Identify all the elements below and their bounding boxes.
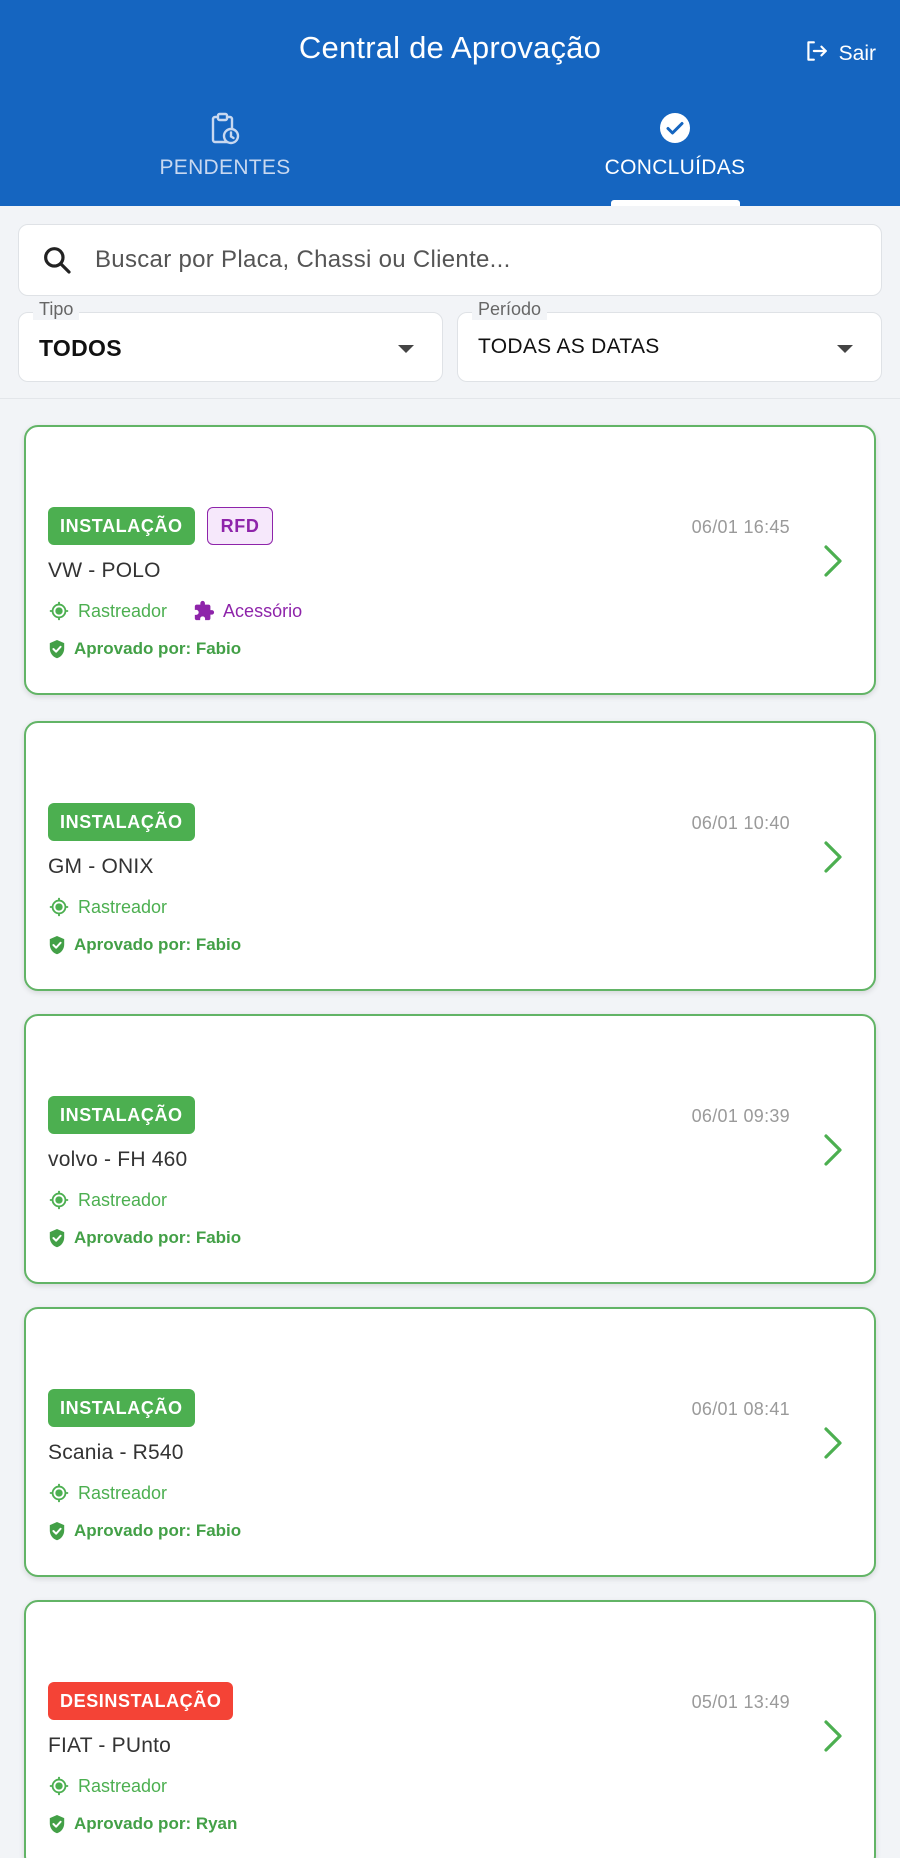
approval-card[interactable]: DESINSTALAÇÃO 05/01 13:49 FIAT - PUnto R… [24,1600,876,1858]
card-date: 05/01 13:49 [691,1692,790,1712]
periodo-label: Período [472,299,548,320]
approval-card[interactable]: INSTALAÇÃO 06/01 09:39 volvo - FH 460 Ra… [24,1014,876,1284]
approval-card[interactable]: INSTALAÇÃO 06/01 08:41 Scania - R540 Ras… [24,1307,876,1577]
card-date: 06/01 16:45 [691,517,790,537]
divider [0,398,900,399]
gps-fixed-icon [49,1483,69,1503]
approval-card[interactable]: INSTALAÇÃO RFD 06/01 16:45 VW - POLO Ras… [24,425,876,695]
verified-shield-icon [49,1229,65,1248]
accessory-tag: Acessório [193,600,302,622]
tracker-tag: Rastreador [48,600,167,622]
rfd-badge: RFD [206,507,274,545]
chevron-right-icon [824,841,842,873]
approval-card[interactable]: INSTALAÇÃO 06/01 10:40 GM - ONIX Rastrea… [24,721,876,991]
approved-by: Aprovado por: Fabio [48,639,241,659]
tab-pendentes[interactable]: PENDENTES [100,112,350,180]
type-badge: INSTALAÇÃO [48,1096,195,1134]
card-date: 06/01 09:39 [691,1106,790,1126]
logout-icon [803,38,829,70]
app-bar: Central de Aprovação Sair PENDENTES CONC… [0,0,900,206]
search-input[interactable]: Buscar por Placa, Chassi ou Cliente... [18,224,882,296]
approved-by: Aprovado por: Ryan [48,1814,237,1834]
verified-shield-icon [49,1815,65,1834]
approved-by: Aprovado por: Fabio [48,935,241,955]
tipo-select[interactable]: Tipo TODOS [18,299,443,382]
tracker-tag: Rastreador [48,1189,167,1211]
card-date: 06/01 10:40 [691,813,790,833]
tracker-label: Rastreador [78,600,168,621]
tab-concluidas-label: CONCLUÍDAS [604,156,746,179]
chevron-right-icon [824,1720,842,1752]
periodo-value: TODAS AS DATAS [478,335,660,358]
dropdown-arrow-icon [398,345,414,353]
approved-by: Aprovado por: Fabio [48,1228,241,1248]
tab-indicator [611,200,740,206]
tracker-tag: Rastreador [48,1775,167,1797]
tracker-label: Rastreador [78,1189,168,1210]
tab-concluidas[interactable]: CONCLUÍDAS [550,112,800,180]
chevron-right-icon [824,1134,842,1166]
tracker-tag: Rastreador [48,896,167,918]
approved-label: Aprovado por: Fabio [74,639,242,658]
type-badge: INSTALAÇÃO [48,1389,195,1427]
gps-fixed-icon [49,1776,69,1796]
verified-shield-icon [49,936,65,955]
vehicle-name: GM - ONIX [48,855,154,878]
accessory-label: Acessório [223,600,303,621]
tipo-value: TODOS [39,335,122,361]
gps-fixed-icon [49,897,69,917]
approved-label: Aprovado por: Fabio [74,1521,242,1540]
chevron-right-icon [824,1427,842,1459]
tipo-label: Tipo [33,299,80,320]
tracker-label: Rastreador [78,1775,168,1796]
tracker-label: Rastreador [78,896,168,917]
dropdown-arrow-icon [837,345,853,353]
vehicle-name: Scania - R540 [48,1441,184,1464]
approved-label: Aprovado por: Ryan [74,1814,238,1833]
type-badge: INSTALAÇÃO [48,803,195,841]
search-icon [44,247,71,274]
search-placeholder: Buscar por Placa, Chassi ou Cliente... [95,246,511,273]
puzzle-icon [194,600,215,621]
card-date: 06/01 08:41 [691,1399,790,1419]
periodo-select[interactable]: Período TODAS AS DATAS [457,299,882,382]
verified-shield-icon [49,640,65,659]
gps-fixed-icon [49,601,69,621]
vehicle-name: VW - POLO [48,559,161,582]
tab-pendentes-label: PENDENTES [159,156,291,179]
logout-button[interactable]: Sair [803,38,876,70]
page-title: Central de Aprovação [298,30,602,65]
tracker-label: Rastreador [78,1482,168,1503]
logout-label: Sair [838,42,876,65]
vehicle-name: volvo - FH 460 [48,1148,188,1171]
gps-fixed-icon [49,1190,69,1210]
vehicle-name: FIAT - PUnto [48,1734,171,1757]
chevron-right-icon [824,545,842,577]
tracker-tag: Rastreador [48,1482,167,1504]
check-circle-icon [550,112,800,148]
type-badge: INSTALAÇÃO [48,507,195,545]
verified-shield-icon [49,1522,65,1541]
approved-label: Aprovado por: Fabio [74,1228,242,1247]
approved-by: Aprovado por: Fabio [48,1521,241,1541]
type-badge: DESINSTALAÇÃO [48,1682,234,1720]
clipboard-clock-icon [100,112,350,148]
approved-label: Aprovado por: Fabio [74,935,242,954]
